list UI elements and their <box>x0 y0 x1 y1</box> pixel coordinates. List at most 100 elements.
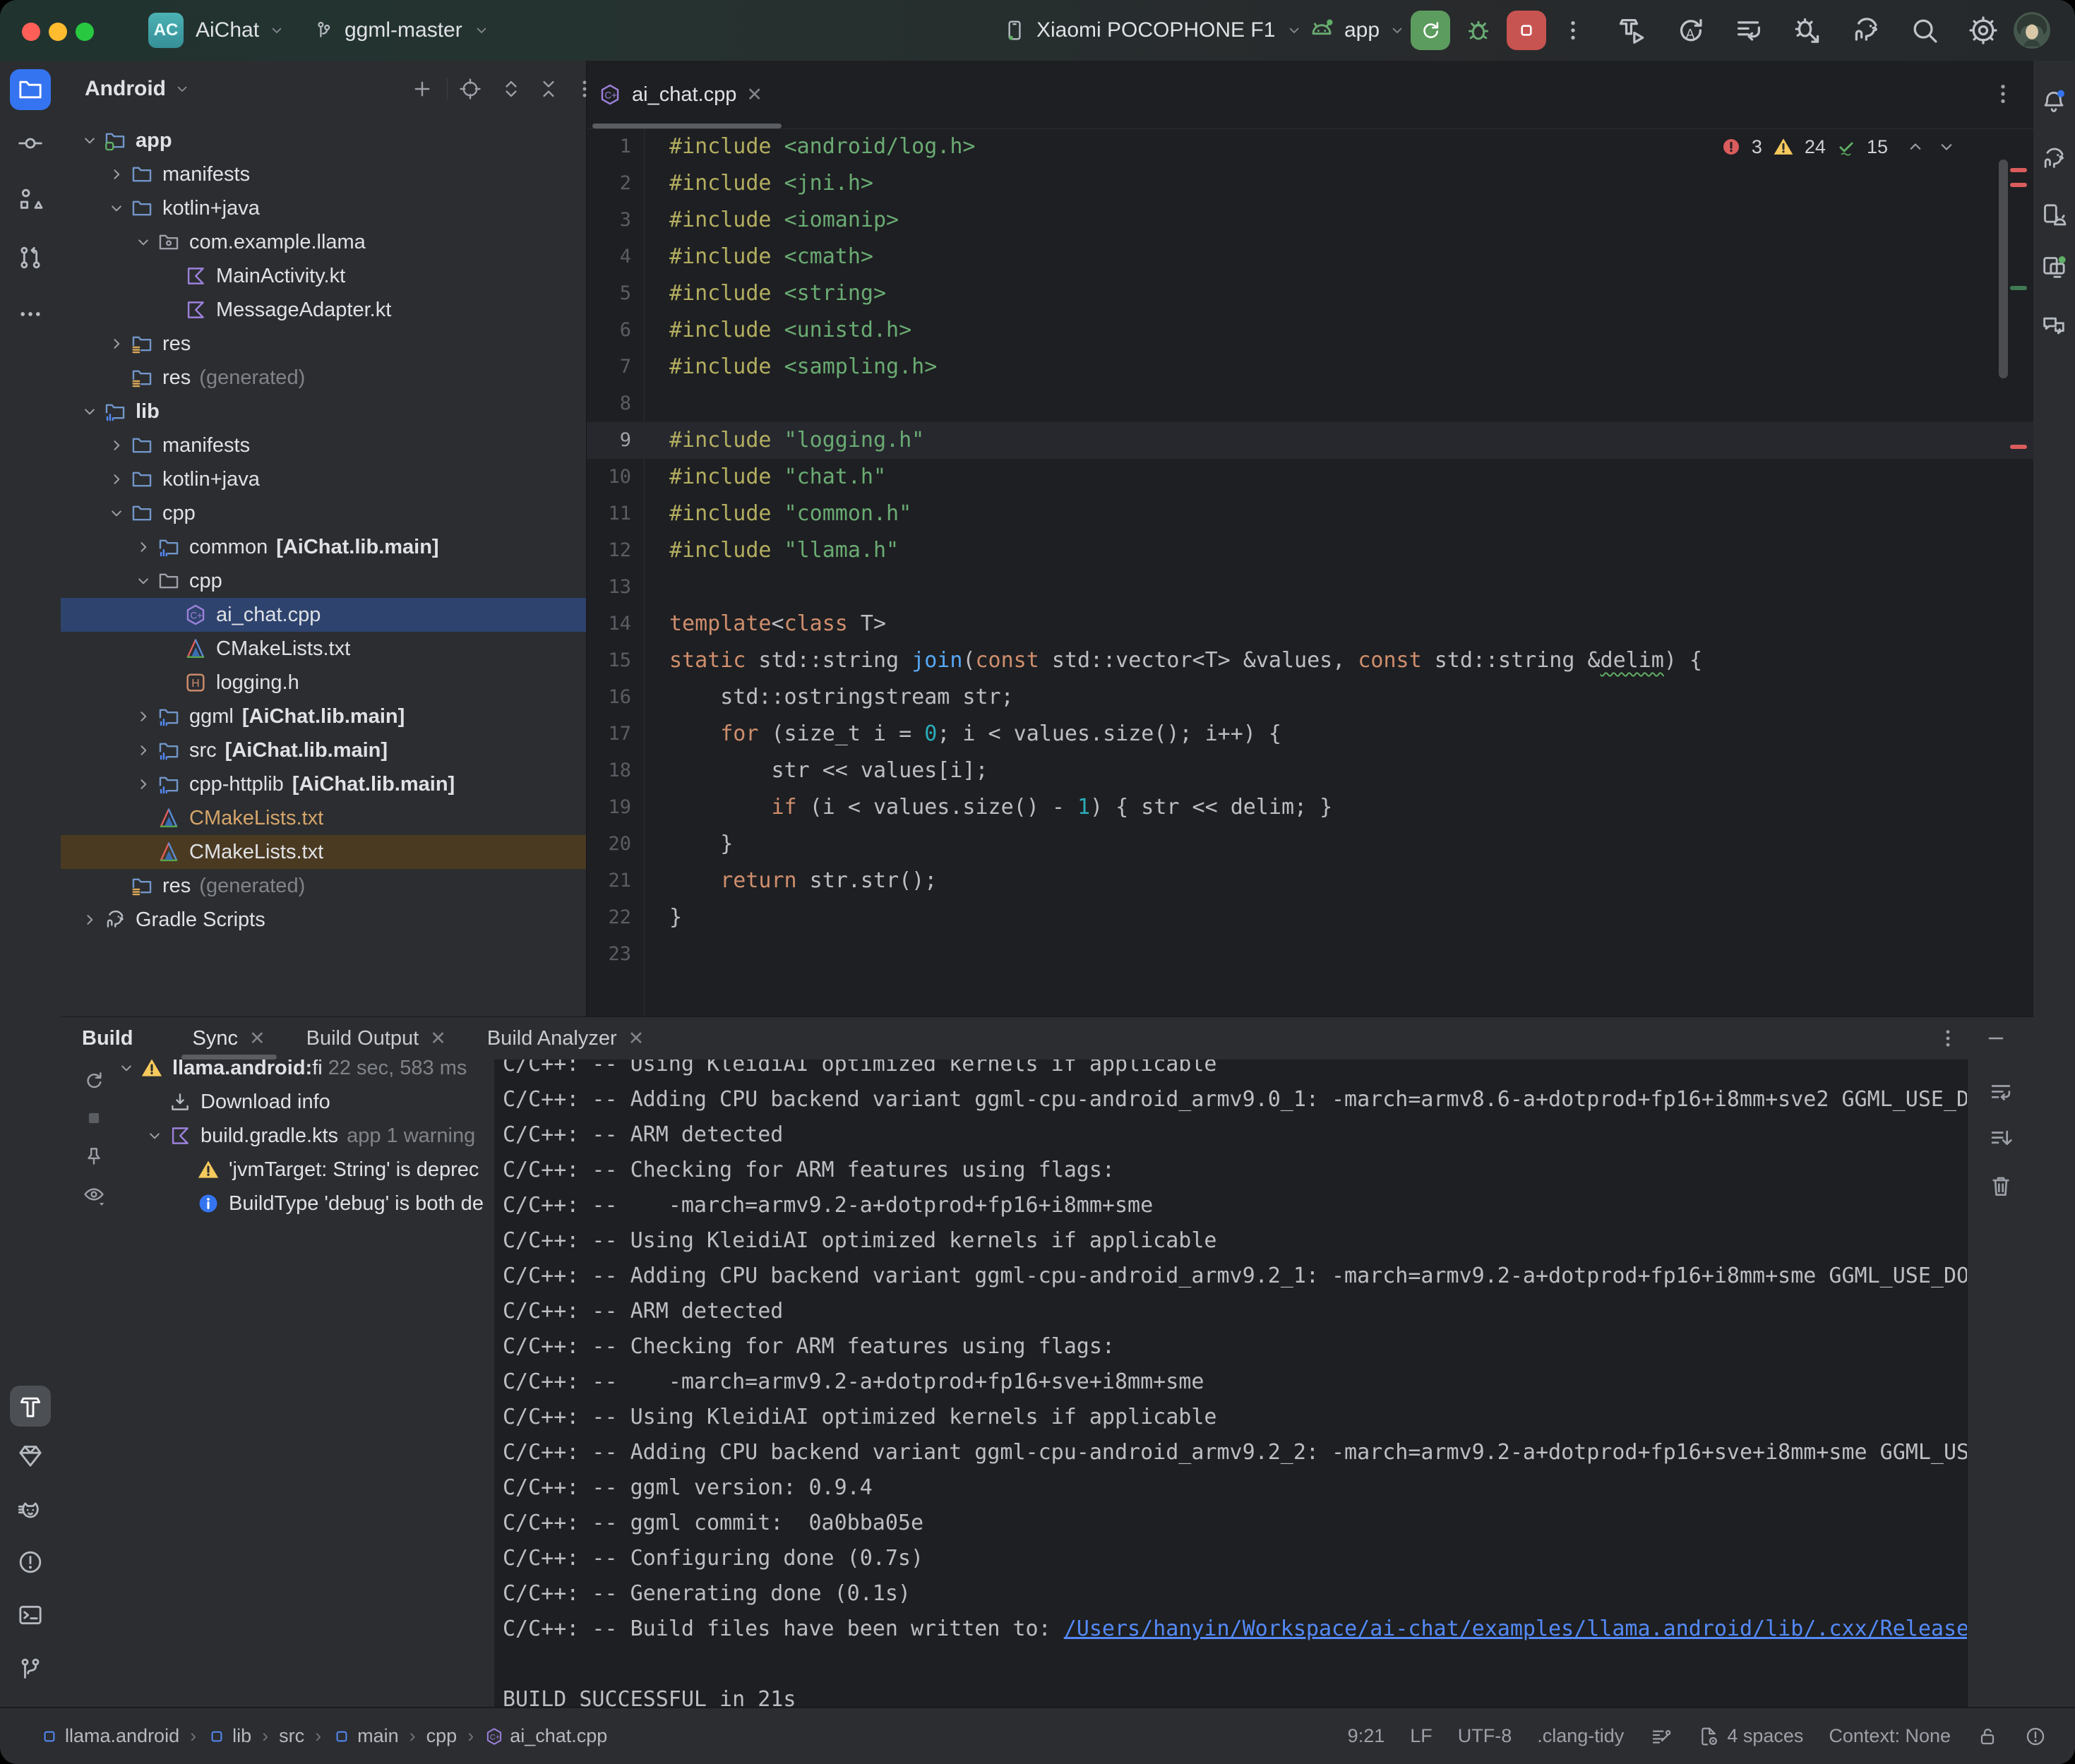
debug-button[interactable] <box>1459 11 1498 50</box>
tree-item-messageadapter-kt[interactable]: MessageAdapter.kt <box>61 293 586 327</box>
stripe-item-terminal[interactable] <box>16 1601 44 1629</box>
close-tab-icon[interactable]: ✕ <box>746 84 763 106</box>
stripe-item-logcat[interactable] <box>16 1498 44 1526</box>
tree-item--jvmtarget-string-is-deprec[interactable]: 'jvmTarget: String' is deprec <box>113 1153 494 1187</box>
stripe-item-project[interactable] <box>10 69 51 110</box>
inspections-widget[interactable]: 3 24 15 <box>1721 136 1957 158</box>
close-tab-icon[interactable]: ✕ <box>430 1028 446 1050</box>
rerun-button[interactable] <box>1411 11 1450 50</box>
code-line-17[interactable]: 17 for (size_t i = 0; i < values.size();… <box>587 716 2033 752</box>
tree-item-res[interactable]: res(generated) <box>61 361 586 395</box>
chevron-down-icon[interactable] <box>107 198 126 218</box>
stripe-item-version-control[interactable] <box>16 1655 44 1684</box>
error-stripe-mark[interactable] <box>2010 183 2027 187</box>
build-output-path-link[interactable]: /Users/hanyin/Workspace/ai-chat/examples… <box>1064 1616 1967 1641</box>
tree-item-kotlin-java[interactable]: kotlin+java <box>61 191 586 225</box>
tree-item-cpp[interactable]: cpp <box>61 496 586 530</box>
tree-item-res[interactable]: res(generated) <box>61 869 586 903</box>
breadcrumb-item-lib[interactable]: lib <box>207 1725 251 1747</box>
stripe-item-device-manager[interactable] <box>2040 201 2068 229</box>
error-stripe-mark[interactable] <box>2010 445 2027 449</box>
apply-changes-icon[interactable]: A <box>1674 14 1706 47</box>
chevron-down-icon[interactable] <box>116 1058 136 1078</box>
chevron-down-icon[interactable] <box>145 1126 165 1146</box>
tree-item-lib[interactable]: lib <box>61 395 586 428</box>
breadcrumb-item-src[interactable]: src <box>279 1725 304 1747</box>
code-line-2[interactable]: 2#include <jni.h> <box>587 165 2033 202</box>
code-line-13[interactable]: 13 <box>587 569 2033 606</box>
code-line-22[interactable]: 22} <box>587 899 2033 936</box>
minimize-window-button[interactable] <box>49 23 67 41</box>
stripe-item-problems[interactable] <box>16 1548 44 1576</box>
resolve-context[interactable]: Context: None <box>1829 1725 1951 1747</box>
code-line-4[interactable]: 4#include <cmath> <box>587 239 2033 275</box>
code-area[interactable]: 1#include <android/log.h>2#include <jni.… <box>587 128 2033 1016</box>
user-avatar[interactable] <box>2014 12 2050 49</box>
close-tab-icon[interactable]: ✕ <box>628 1028 645 1050</box>
chevron-down-icon[interactable] <box>133 232 153 252</box>
caret-position[interactable]: 9:21 <box>1348 1725 1385 1747</box>
tab-ai_chat-cpp[interactable]: C+ ai_chat.cpp ✕ <box>598 61 763 128</box>
run-more-actions-button[interactable] <box>1553 11 1593 50</box>
code-line-5[interactable]: 5#include <string> <box>587 275 2033 312</box>
problems-indicator-icon[interactable] <box>2024 1725 2047 1748</box>
clang-tidy-status[interactable]: .clang-tidy <box>1537 1725 1624 1747</box>
add-icon[interactable] <box>410 77 434 101</box>
stop-icon[interactable] <box>82 1106 106 1130</box>
chevron-right-icon[interactable] <box>133 740 153 760</box>
tree-item-mainactivity-kt[interactable]: MainActivity.kt <box>61 259 586 293</box>
tree-item-cpp[interactable]: cpp <box>61 564 586 598</box>
stripe-item-gradle[interactable] <box>2040 145 2068 173</box>
tree-item-src[interactable]: src[AiChat.lib.main] <box>61 733 586 767</box>
next-problem-icon[interactable] <box>1936 136 1957 157</box>
clear-all-icon[interactable] <box>1987 1172 2014 1199</box>
code-line-15[interactable]: 15static std::string join(const std::vec… <box>587 642 2033 679</box>
tree-item-kotlin-java[interactable]: kotlin+java <box>61 462 586 496</box>
run-config-selector[interactable]: app <box>1308 0 1406 61</box>
line-separator[interactable]: LF <box>1410 1725 1433 1747</box>
code-line-18[interactable]: 18 str << values[i]; <box>587 752 2033 789</box>
expand-all-icon[interactable] <box>499 77 523 101</box>
bug-arrow-icon[interactable] <box>1791 14 1824 47</box>
gear-icon[interactable] <box>1967 14 1999 47</box>
tree-item-buildtype-debug-is-both-de[interactable]: BuildType 'debug' is both de <box>113 1187 494 1220</box>
project-view-selector[interactable]: Android <box>85 61 191 117</box>
apply-code-icon[interactable] <box>1733 14 1765 47</box>
tree-item-cmakelists-txt[interactable]: CMakeLists.txt <box>61 632 586 666</box>
preview-icon[interactable] <box>82 1182 106 1206</box>
code-line-19[interactable]: 19 if (i < values.size() - 1) { str << d… <box>587 789 2033 826</box>
stripe-item-more-tool-windows[interactable] <box>16 300 44 328</box>
chevron-right-icon[interactable] <box>133 537 153 557</box>
code-line-10[interactable]: 10#include "chat.h" <box>587 459 2033 496</box>
stripe-item-build[interactable] <box>10 1386 51 1427</box>
chevron-right-icon[interactable] <box>107 436 126 455</box>
tab-build-analyzer[interactable]: Build Analyzer✕ <box>472 1017 659 1060</box>
soft-wrap-icon[interactable] <box>1987 1079 2014 1106</box>
stripe-item-gemini[interactable] <box>2040 312 2068 340</box>
code-line-12[interactable]: 12#include "llama.h" <box>587 532 2033 569</box>
build-options-kebab-icon[interactable] <box>1936 1026 1960 1050</box>
tree-item-cmakelists-txt[interactable]: CMakeLists.txt <box>61 835 586 869</box>
breadcrumb-item-cpp[interactable]: cpp <box>426 1725 458 1747</box>
tree-item--fi[interactable]: llama.android: fi22 sec, 583 ms <box>113 1051 494 1085</box>
chevron-right-icon[interactable] <box>80 910 100 930</box>
code-style-icon[interactable] <box>1649 1725 1672 1748</box>
change-stripe-mark[interactable] <box>2010 286 2027 290</box>
stripe-item-pull-requests[interactable] <box>16 244 44 272</box>
code-line-11[interactable]: 11#include "common.h" <box>587 496 2033 532</box>
code-line-21[interactable]: 21 return str.str(); <box>587 863 2033 899</box>
tree-item-cpp-httplib[interactable]: cpp-httplib[AiChat.lib.main] <box>61 767 586 801</box>
chevron-down-icon[interactable] <box>80 402 100 421</box>
stripe-item-running-devices[interactable] <box>2040 253 2068 281</box>
tree-item-common[interactable]: common[AiChat.lib.main] <box>61 530 586 564</box>
indent-config[interactable]: 4 spaces <box>1697 1725 1803 1748</box>
scroll-to-end-icon[interactable] <box>1987 1126 2014 1153</box>
stripe-item-notifications[interactable] <box>2040 88 2068 116</box>
tree-item-download-info[interactable]: Download info <box>113 1085 494 1119</box>
chevron-right-icon[interactable] <box>107 334 126 354</box>
breadcrumb-item-llama-android[interactable]: llama.android <box>40 1725 179 1747</box>
gradle-icon[interactable] <box>1850 14 1882 47</box>
code-line-7[interactable]: 7#include <sampling.h> <box>587 349 2033 385</box>
tree-item-manifests[interactable]: manifests <box>61 157 586 191</box>
close-tab-icon[interactable]: ✕ <box>249 1028 265 1050</box>
